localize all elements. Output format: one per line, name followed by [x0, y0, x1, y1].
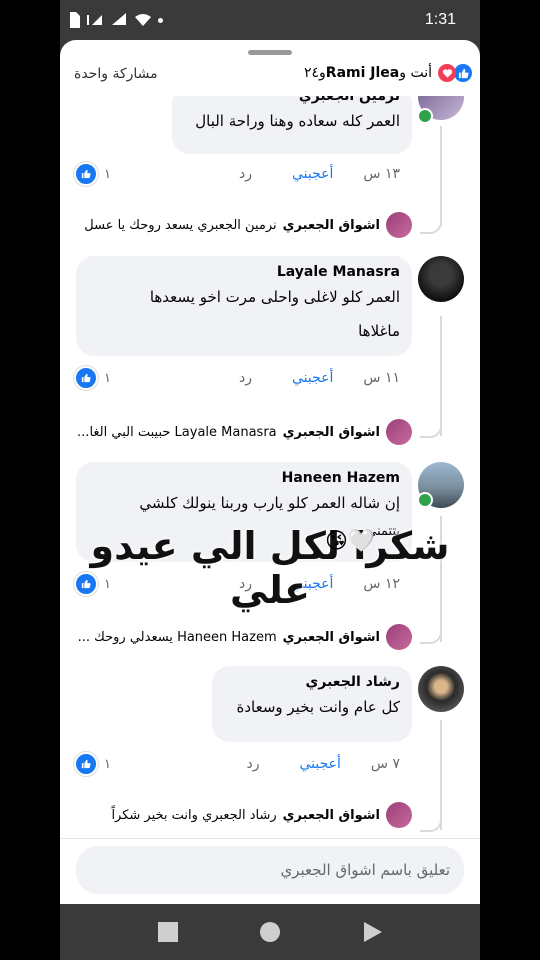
kiss-heart-emoji-icon: 😘🤍 [325, 529, 376, 554]
comment-text: ماغلاها [358, 322, 400, 340]
reply-text: Haneen Hazem يسعدلي روحك ... [77, 629, 277, 645]
comment-time: ١٣ س [363, 166, 400, 182]
comment-bubble[interactable]: Layale Manasra العمر كلو لاغلى واحلى مرت… [76, 256, 412, 356]
like-count-value: ١ [104, 166, 111, 182]
share-count[interactable]: مشاركة واحدة [74, 66, 158, 82]
comment-text: كل عام وانت بخير وسعادة [236, 698, 400, 716]
comment-text: العمر كلو لاغلى واحلى مرت اخو يسعدها [149, 288, 400, 306]
reactors-text: أنت وRami Jleaو٢٤ [304, 65, 432, 81]
like-badge-icon [74, 162, 98, 186]
comment-bubble[interactable]: نرمين الجعبري العمر كله سعاده وهنا وراحة… [172, 96, 412, 154]
comment-author[interactable]: Layale Manasra [88, 264, 400, 280]
reply-author: اشواق الجعبري [282, 807, 380, 823]
like-count-value: ١ [104, 370, 111, 386]
dot-icon [158, 17, 163, 23]
comment-author[interactable]: رشاد الجعبري [224, 674, 400, 690]
reply-avatar [386, 212, 412, 238]
reactors-name: Rami Jlea [325, 65, 400, 81]
thread-connector [420, 620, 442, 644]
reactors-more: و٢٤ [303, 65, 326, 81]
reply-button[interactable]: رد [239, 370, 252, 386]
phone-screen: 1:31 أنت وRami Jleaو٢٤ مشاركة واحدة نرمي… [60, 0, 480, 960]
comment-like-count[interactable]: ١ [74, 752, 111, 776]
drag-handle[interactable] [248, 50, 292, 55]
comment-time: ٧ س [370, 756, 400, 772]
reply-preview[interactable]: اشواق الجعبري Haneen Hazem يسعدلي روحك .… [78, 624, 412, 650]
like-button[interactable]: أعجبني [292, 370, 333, 386]
status-icons [68, 12, 163, 28]
like-button[interactable]: أعجبني [300, 756, 341, 772]
reply-button[interactable]: رد [247, 756, 260, 772]
composer-divider [60, 838, 480, 839]
comment-like-count[interactable]: ١ [74, 162, 111, 186]
comments-feed[interactable]: نرمين الجعبري العمر كله سعاده وهنا وراحة… [60, 96, 480, 838]
comment-time: ١١ س [363, 370, 400, 386]
avatar[interactable] [418, 666, 464, 712]
recents-icon[interactable] [158, 922, 178, 942]
comment-actions: ٧ س أعجبني رد [247, 756, 400, 772]
status-time: 1:31 [424, 11, 456, 28]
thread-connector [420, 414, 442, 438]
comment-actions: ١٣ س أعجبني رد [239, 166, 400, 182]
wifi-icon [135, 14, 151, 26]
comment-like-count[interactable]: ١ [74, 366, 111, 390]
reply-author: اشواق الجعبري [282, 217, 380, 233]
overlay-caption: شكرا لكل الي عيدو علي [90, 524, 450, 612]
reply-preview[interactable]: اشواق الجعبري Layale Manasra حبيبت البي … [77, 419, 412, 445]
online-indicator [417, 108, 433, 124]
thread-connector [420, 808, 442, 832]
reply-avatar [386, 802, 412, 828]
comment-author[interactable]: Haneen Hazem [88, 470, 400, 486]
reply-text: نرمين الجعبري يسعد روحك يا عسل [84, 217, 277, 233]
reply-text: Layale Manasra حبيبت البي الغا... [77, 424, 277, 440]
reply-preview[interactable]: اشواق الجعبري رشاد الجعبري وانت بخير شكر… [111, 802, 412, 828]
reactors-you: أنت و [399, 65, 432, 81]
online-indicator [417, 492, 433, 508]
comment-author[interactable]: نرمين الجعبري [184, 96, 400, 104]
reply-avatar [386, 419, 412, 445]
like-count-value: ١ [104, 756, 111, 772]
comment-text: العمر كله سعاده وهنا وراحة البال [195, 112, 400, 130]
comment-input[interactable]: تعليق باسم اشواق الجعبري [76, 846, 464, 894]
avatar[interactable] [418, 256, 464, 302]
love-reaction-icon [438, 64, 456, 82]
signal-icon [112, 13, 126, 25]
like-reaction-icon [454, 64, 472, 82]
like-badge-icon [74, 752, 98, 776]
no-sim-icon [87, 15, 102, 25]
reply-avatar [386, 624, 412, 650]
comment-text: إن شاله العمر كلو يارب وربنا ينولك كلشي [139, 494, 400, 512]
comments-sheet: أنت وRami Jleaو٢٤ مشاركة واحدة نرمين الج… [60, 40, 480, 904]
like-button[interactable]: أعجبني [292, 166, 333, 182]
back-icon[interactable] [364, 922, 382, 942]
comment-actions: ١١ س أعجبني رد [239, 370, 400, 386]
like-badge-icon [74, 366, 98, 390]
sim-icon [70, 12, 80, 28]
reactions-header: أنت وRami Jleaو٢٤ مشاركة واحدة [60, 60, 480, 90]
comment-bubble[interactable]: رشاد الجعبري كل عام وانت بخير وسعادة [212, 666, 412, 742]
status-bar: 1:31 [60, 0, 480, 40]
reply-button[interactable]: رد [239, 166, 252, 182]
reply-author: اشواق الجعبري [282, 424, 380, 440]
system-nav-bar [60, 904, 480, 960]
reactions-summary[interactable]: أنت وRami Jleaو٢٤ [304, 64, 472, 82]
reply-text: رشاد الجعبري وانت بخير شكراً [111, 807, 277, 823]
reply-preview[interactable]: اشواق الجعبري نرمين الجعبري يسعد روحك يا… [84, 212, 412, 238]
home-icon[interactable] [260, 922, 280, 942]
thread-connector [420, 206, 442, 234]
reply-author: اشواق الجعبري [282, 629, 380, 645]
